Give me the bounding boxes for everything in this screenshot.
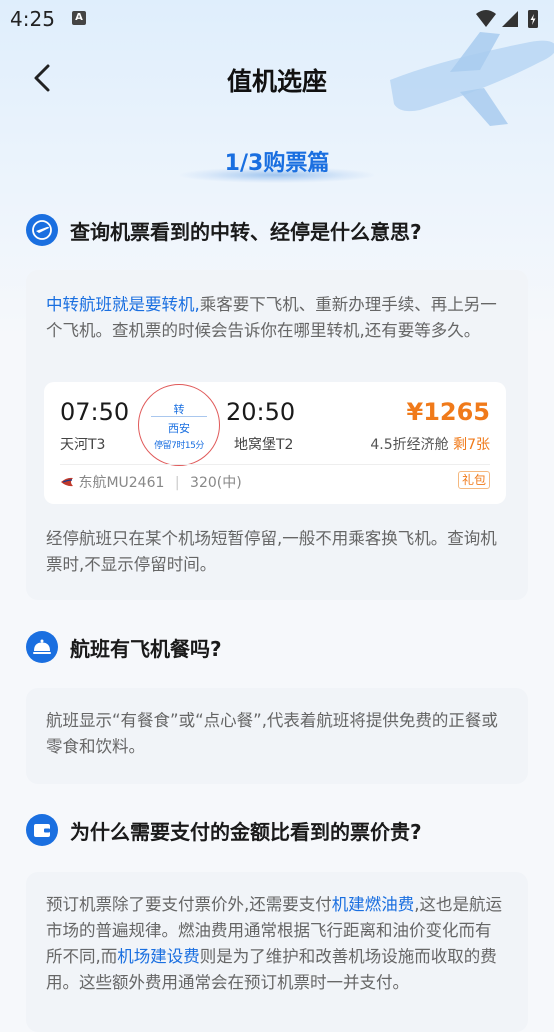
depart-time: 07:50 — [60, 398, 130, 426]
gift-pack-tag: 礼包 — [457, 471, 490, 489]
answer-card-3: 预订机票除了要支付票价外,还需要支付机建燃油费,这也是航运市场的普遍规律。燃油费… — [26, 872, 528, 1032]
answer-3-paragraph: 预订机票除了要支付票价外,还需要支付机建燃油费,这也是航运市场的普遍规律。燃油费… — [46, 892, 506, 996]
answer-1-paragraph-1: 中转航班就是要转机,乘客要下飞机、重新办理手续、再上另一个飞机。查机票的时候会告… — [46, 292, 506, 344]
transfer-wait: 停留7时15分 — [154, 441, 204, 451]
seats-remaining: 剩7张 — [453, 437, 490, 453]
aircraft-type: 320(中) — [190, 475, 242, 491]
transfer-line — [151, 416, 207, 417]
wifi-icon — [476, 10, 496, 27]
cabin-class: 4.5折经济舱 — [370, 437, 449, 453]
answer-3-text-a: 预订机票除了要支付票价外,还需要支付 — [46, 895, 332, 914]
section-header: 1/3购票篇 — [0, 145, 554, 185]
answer-1-paragraph-2: 经停航班只在某个机场短暂停留,一般不用乘客换飞机。查询机票时,不显示停留时间。 — [46, 529, 497, 574]
question-1-title: 查询机票看到的中转、经停是什么意思? — [70, 220, 422, 244]
signal-icon — [502, 11, 518, 27]
flight-example-card: 07:50 天河T3 转 西安 停留7时15分 20:50 地窝堡T2 ¥126… — [44, 382, 506, 504]
transfer-stamp: 转 西安 停留7时15分 — [138, 384, 220, 466]
nav-bar: 值机选座 — [0, 48, 554, 108]
notification-icon: A — [72, 11, 86, 25]
fuel-fee-highlight: 机建燃油费 — [331, 895, 415, 914]
depart-airport: 天河T3 — [60, 437, 106, 453]
question-2-title: 航班有飞机餐吗? — [70, 637, 222, 661]
separator: | — [174, 475, 180, 491]
question-3-header: 为什么需要支付的金额比看到的票价贵? — [26, 814, 536, 848]
meal-dome-icon — [26, 631, 58, 663]
airplane-circle-icon — [26, 214, 58, 246]
arrive-time: 20:50 — [226, 398, 296, 426]
page-title: 值机选座 — [226, 67, 327, 96]
status-icons — [476, 10, 538, 28]
question-3-title: 为什么需要支付的金额比看到的票价贵? — [70, 820, 422, 844]
flight-number: 东航MU2461 — [78, 475, 165, 491]
answer-card-2: 航班显示“有餐食”或“点心餐”,代表着航班将提供免费的正餐或零食和饮料。 — [26, 688, 528, 784]
section-title: 1/3购票篇 — [224, 151, 330, 176]
question-1-header: 查询机票看到的中转、经停是什么意思? — [26, 214, 536, 248]
transfer-city: 西安 — [168, 422, 190, 435]
arrive-airport: 地窝堡T2 — [234, 437, 294, 453]
answer-2-paragraph: 航班显示“有餐食”或“点心餐”,代表着航班将提供免费的正餐或零食和饮料。 — [46, 711, 498, 756]
status-time: 4:25 — [10, 7, 55, 31]
transfer-label: 转 — [173, 403, 185, 416]
airline-info: 东航MU2461 | 320(中) — [60, 472, 242, 492]
wallet-icon — [26, 814, 58, 846]
divider — [60, 464, 490, 465]
airline-logo-icon — [61, 477, 73, 487]
question-2-header: 航班有飞机餐吗? — [26, 631, 536, 665]
transfer-highlight: 中转航班就是要转机, — [46, 295, 200, 314]
airport-fee-highlight: 机场建设费 — [117, 947, 200, 966]
ticket-price: ¥1265 — [406, 398, 491, 426]
cabin-info: 4.5折经济舱 剩7张 — [370, 434, 490, 454]
